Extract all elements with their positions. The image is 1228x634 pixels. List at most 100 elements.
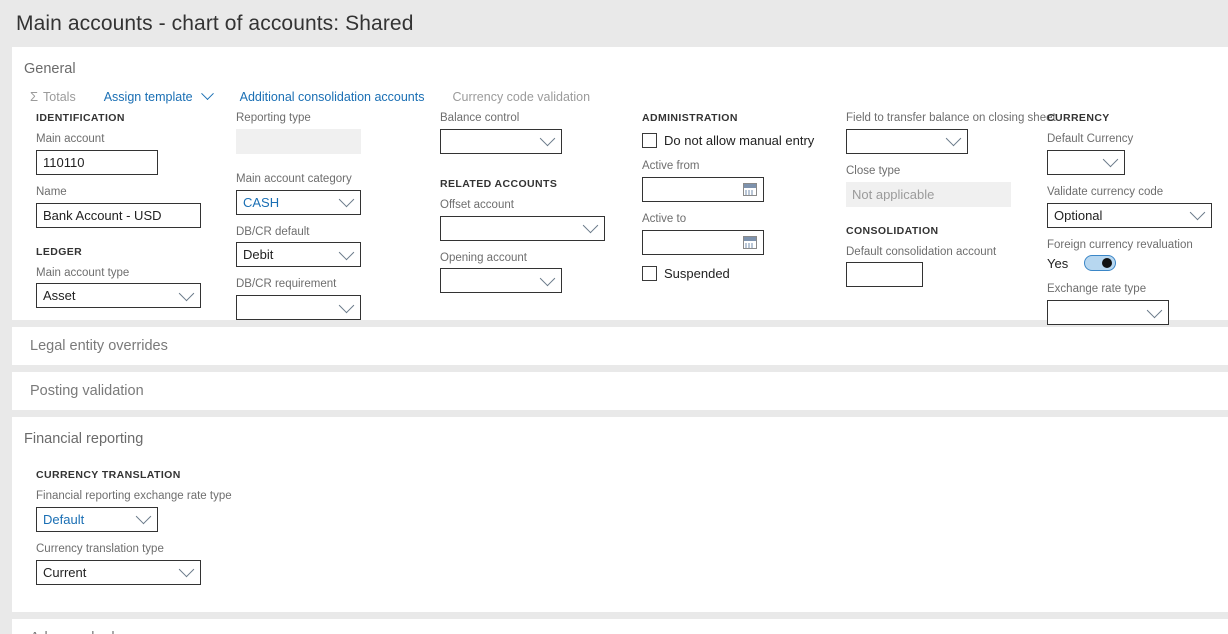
main-account-label: Main account [36, 133, 105, 145]
posting-validation-header[interactable]: Posting validation [12, 372, 1228, 410]
column-administration: ADMINISTRATION Do not allow manual entry… [642, 112, 842, 293]
toolbar-currency-code-validation[interactable]: Currency code validation [453, 88, 605, 106]
chevron-down-icon [539, 131, 556, 147]
field-currency-translation-type: Currency translation type Current [36, 543, 1228, 585]
name-value: Bank Account - USD [43, 208, 162, 222]
chevron-down-icon [178, 561, 195, 578]
toolbar-currency-code-validation-label: Currency code validation [452, 89, 591, 104]
advanced-rules-panel[interactable]: Advanced rules [12, 618, 1228, 634]
name-input[interactable]: Bank Account - USD [36, 202, 201, 228]
main-account-type-select[interactable]: Asset [36, 283, 201, 309]
foreign-currency-revaluation-label: Foreign currency revaluation [1047, 238, 1193, 251]
main-account-type-value: Asset [43, 289, 76, 303]
main-account-category-select[interactable]: CASH [236, 189, 361, 215]
posting-validation-panel[interactable]: Posting validation [12, 372, 1228, 410]
checkbox-do-not-allow-manual-entry[interactable]: Do not allow manual entry [642, 133, 842, 148]
field-reporting-type: Reporting type [236, 112, 426, 154]
legal-entity-overrides-panel[interactable]: Legal entity overrides [12, 327, 1228, 365]
chevron-down-icon [200, 87, 214, 101]
default-consolidation-account-input[interactable] [846, 262, 923, 288]
balance-control-select[interactable] [440, 128, 562, 154]
field-dbcr-default: DB/CR default Debit [236, 226, 426, 268]
field-main-account-category: Main account category CASH [236, 173, 426, 215]
offset-account-select[interactable] [440, 215, 605, 241]
advanced-rules-header[interactable]: Advanced rules [12, 619, 1228, 634]
field-active-from: Active from [642, 160, 842, 202]
field-name: Name Bank Account - USD [36, 186, 226, 228]
chevron-down-icon [539, 270, 556, 287]
main-account-input[interactable]: 110110 [36, 149, 158, 175]
dbcr-requirement-label: DB/CR requirement [236, 278, 337, 291]
field-validate-currency-code: Validate currency code Optional [1047, 186, 1228, 228]
field-offset-account: Offset account [440, 199, 630, 241]
legal-entity-overrides-header[interactable]: Legal entity overrides [12, 327, 1228, 365]
validate-currency-code-select[interactable]: Optional [1047, 202, 1212, 228]
chevron-down-icon [338, 297, 355, 313]
field-opening-account: Opening account [440, 252, 630, 294]
calendar-icon[interactable] [743, 235, 757, 249]
group-header-administration: ADMINISTRATION [642, 112, 738, 124]
sigma-icon: Σ [30, 89, 39, 104]
exchange-rate-type-select[interactable] [1047, 300, 1169, 326]
financial-reporting-title[interactable]: Financial reporting [12, 417, 1228, 447]
exchange-rate-type-label: Exchange rate type [1047, 283, 1147, 296]
fr-exchange-rate-type-label: Financial reporting exchange rate type [36, 490, 232, 502]
financial-reporting-body: CURRENCY TRANSLATION Financial reporting… [12, 447, 1228, 612]
foreign-currency-revaluation-value: Yes [1047, 255, 1069, 271]
page-title: Main accounts - chart of accounts: Share… [16, 12, 414, 35]
foreign-currency-revaluation-toggle[interactable] [1084, 255, 1117, 272]
name-label: Name [36, 185, 67, 198]
field-dbcr-requirement: DB/CR requirement [236, 278, 426, 321]
toolbar-additional-consolidation-accounts-label: Additional consolidation accounts [239, 89, 425, 104]
group-header-identification: IDENTIFICATION [36, 112, 125, 124]
column-related-accounts: Balance control RELATED ACCOUNTS Offset … [440, 112, 630, 304]
default-currency-select[interactable] [1047, 149, 1125, 175]
toolbar-totals[interactable]: Σ Totals [30, 87, 90, 106]
dbcr-requirement-select[interactable] [236, 295, 361, 321]
toolbar-assign-template-label: Assign template [103, 89, 193, 104]
fr-exchange-rate-type-value: Default [43, 512, 85, 526]
chevron-down-icon [1146, 302, 1163, 318]
active-to-label: Active to [642, 212, 687, 225]
opening-account-select[interactable] [440, 268, 562, 294]
offset-account-label: Offset account [440, 198, 514, 211]
main-account-value: 110110 [43, 155, 85, 169]
fr-exchange-rate-type-select[interactable]: Default [36, 506, 158, 532]
checkbox-suspended[interactable]: Suspended [642, 265, 842, 281]
toolbar-totals-label: Totals [43, 89, 76, 104]
toolbar-assign-template[interactable]: Assign template [103, 87, 226, 106]
active-to-input[interactable] [642, 229, 764, 255]
validate-currency-code-value: Optional [1054, 208, 1103, 222]
checkbox-box[interactable] [642, 133, 657, 148]
active-from-input[interactable] [642, 176, 764, 202]
calendar-icon[interactable] [743, 182, 757, 196]
chevron-down-icon [338, 244, 355, 261]
field-fr-exchange-rate-type: Financial reporting exchange rate type D… [36, 490, 1228, 532]
general-section-title: General [24, 61, 76, 77]
checkbox-box[interactable] [642, 265, 657, 281]
active-from-label: Active from [642, 160, 700, 172]
group-header-currency-translation: CURRENCY TRANSLATION [36, 469, 181, 481]
close-type-input: Not applicable [846, 181, 1011, 207]
default-consolidation-account-label: Default consolidation account [846, 245, 997, 258]
column-reporting: Reporting type Main account category CAS… [236, 112, 426, 331]
dbcr-default-value: Debit [243, 248, 274, 262]
chevron-down-icon [338, 191, 355, 208]
chevron-down-icon [135, 509, 152, 525]
transfer-balance-select[interactable] [846, 128, 968, 154]
dbcr-default-select[interactable]: Debit [236, 242, 361, 268]
general-panel: General Σ Totals Assign template Additio… [12, 47, 1228, 326]
field-transfer-balance-closing-sheet: Field to transfer balance on closing she… [846, 112, 1056, 154]
currency-translation-type-select[interactable]: Current [36, 559, 201, 585]
column-consolidation: Field to transfer balance on closing she… [846, 112, 1056, 298]
group-header-consolidation: CONSOLIDATION [846, 224, 939, 237]
chevron-down-icon [178, 285, 195, 302]
column-currency: CURRENCY Default Currency Validate curre… [1047, 112, 1228, 336]
reporting-type-label: Reporting type [236, 112, 311, 124]
general-toolbar: Σ Totals Assign template Additional cons… [12, 77, 1228, 112]
group-header-currency: CURRENCY [1047, 112, 1110, 124]
field-foreign-currency-revaluation: Foreign currency revaluation Yes [1047, 239, 1228, 272]
toolbar-additional-consolidation-accounts[interactable]: Additional consolidation accounts [240, 88, 439, 106]
toggle-knob [1102, 258, 1113, 269]
close-type-value: Not applicable [852, 187, 935, 201]
